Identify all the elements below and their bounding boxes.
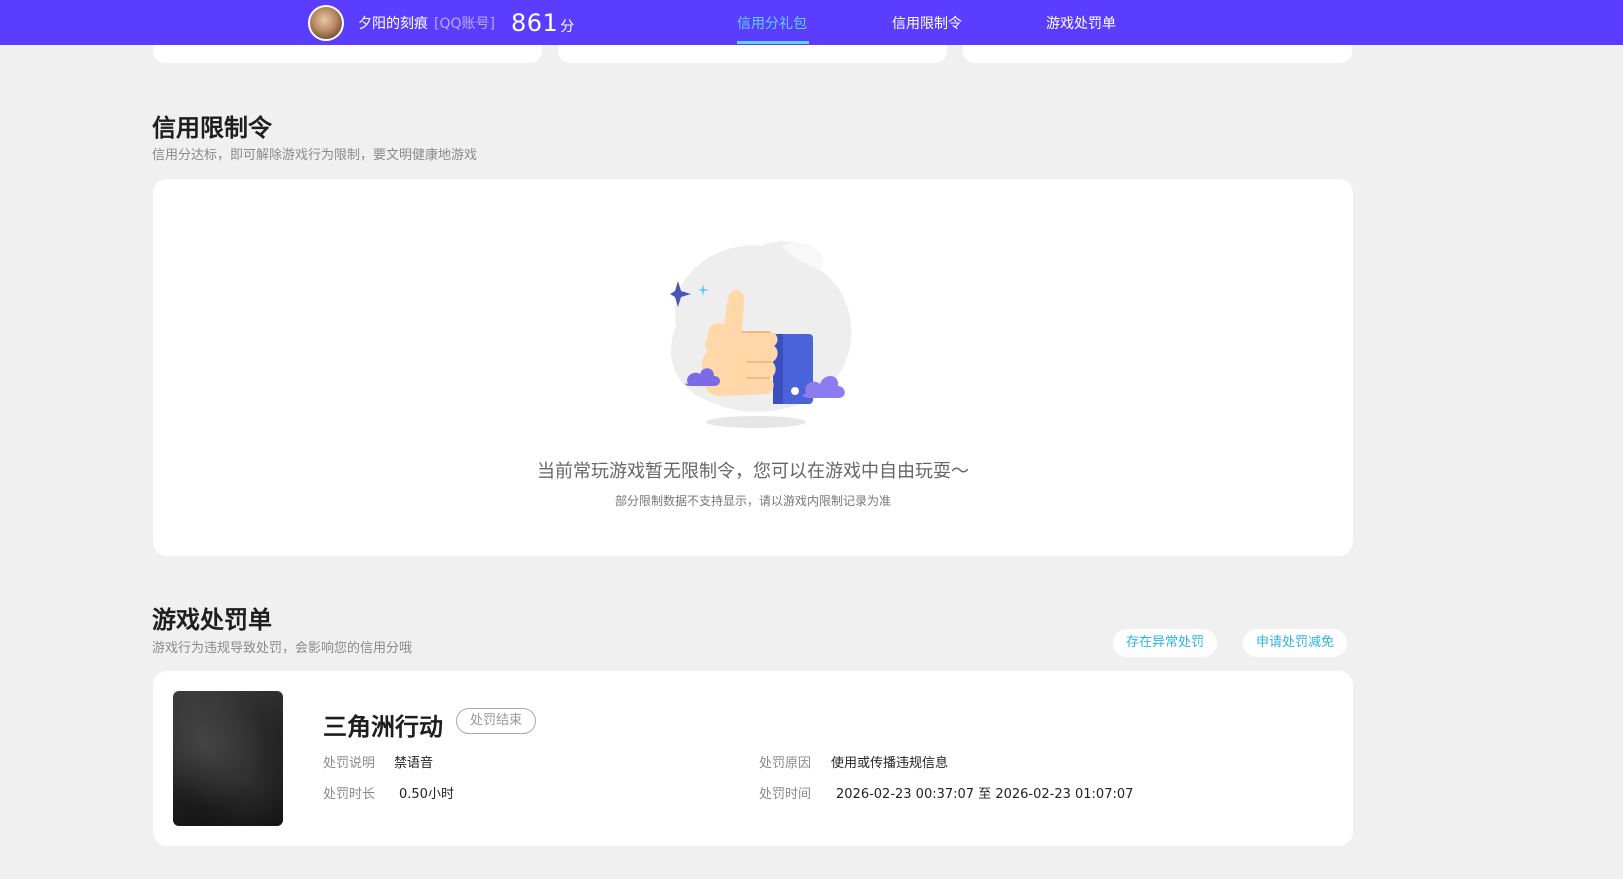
thumbs-up-icon [670,241,852,428]
penalty-duration-label: 处罚时长 [323,787,376,802]
penalty-desc-label: 处罚说明 [323,756,376,771]
penalty-time-value: 2026-02-23 00:37:07 至 2026-02-23 01:07:0… [836,787,1134,802]
empty-note: 部分限制数据不支持显示，请以游戏内限制记录为准 [614,494,891,508]
account-type: [QQ账号] [434,15,495,32]
status-badge: 处罚结束 [456,708,537,734]
credit-score-unit: 分 [560,18,575,35]
empty-message: 当前常玩游戏暂无限制令，您可以在游戏中自由玩耍～ [537,461,969,482]
restriction-title: 信用限制令 [152,114,272,142]
penalty-desc-value: 禁语音 [394,756,434,771]
penalty-subtitle: 游戏行为违规导致处罚，会影响您的信用分哦 [152,641,413,656]
user-info: 夕阳的刻痕 [QQ账号] 861 分 [308,4,574,41]
avatar[interactable] [308,4,344,41]
abnormal-penalty-button[interactable]: 存在异常处罚 [1113,629,1218,657]
restriction-subtitle: 信用分达标，即可解除游戏行为限制，要文明健康地游戏 [152,148,478,163]
penalty-reason-value: 使用或传播违规信息 [831,756,949,771]
penalty-reason-label: 处罚原因 [759,756,812,771]
tab-credit-restriction[interactable]: 信用限制令 [892,13,962,33]
active-tab-indicator [737,41,809,44]
tab-credit-gift[interactable]: 信用分礼包 [737,13,807,33]
penalty-duration-value: 0.50小时 [399,787,454,802]
penalty-time-label: 处罚时间 [759,787,812,802]
credit-score: 861 [510,8,559,37]
penalty-title: 游戏处罚单 [152,606,272,634]
tab-game-penalty[interactable]: 游戏处罚单 [1046,13,1116,33]
game-title: 三角洲行动 [323,713,443,741]
apply-penalty-reduction-button[interactable]: 申请处罚减免 [1243,629,1348,657]
top-bar: 夕阳的刻痕 [QQ账号] 861 分 信用分礼包 信用限制令 游戏处罚单 [0,0,1623,45]
username: 夕阳的刻痕 [358,15,428,32]
game-cover-image [173,691,283,826]
